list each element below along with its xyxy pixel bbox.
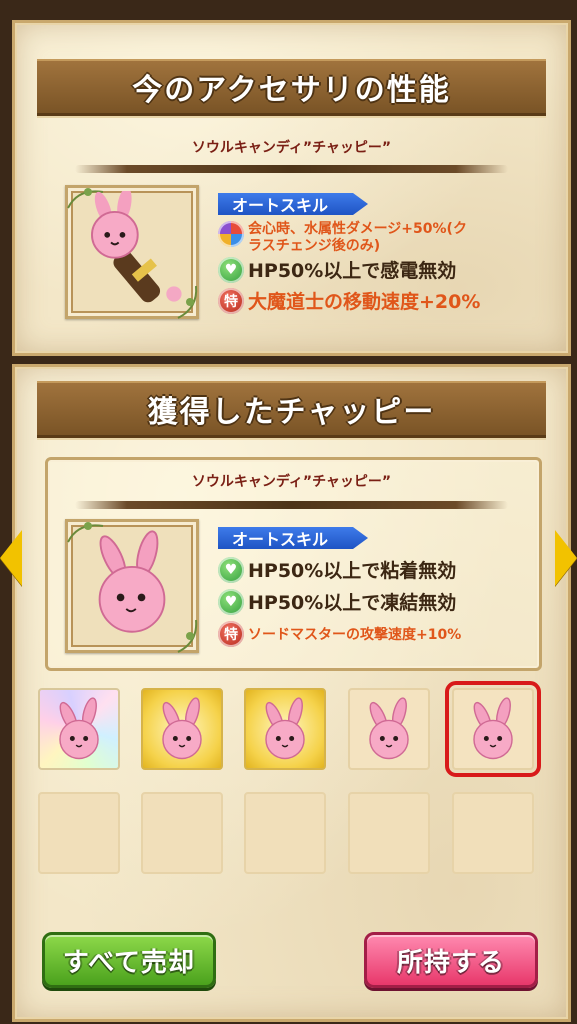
shield-heart-icon: ♥ [218, 588, 244, 615]
chappy-rabbit-icon [473, 697, 513, 760]
next-arrow-button[interactable] [555, 530, 577, 586]
obtained-item-icon-frame [65, 519, 199, 653]
skill-line-2: ♥ HP50%以上で感電無効 [218, 256, 456, 283]
skill-text: ソードマスターの攻撃速度+10% [248, 627, 462, 643]
inventory-slot-selected[interactable] [445, 681, 541, 777]
skill-line-3: 特 ソードマスターの攻撃速度+10% [218, 621, 461, 647]
skill-line-1: 会心時、水属性ダメージ+50%(クラスチェンジ後のみ) [218, 221, 478, 255]
inventory-slot-empty [348, 792, 430, 874]
current-accessory-banner: 今のアクセサリの性能 [37, 59, 546, 116]
special-icon: 特 [218, 287, 244, 314]
skill-text: 会心時、水属性ダメージ+50%(クラスチェンジ後のみ) [248, 221, 467, 254]
shield-heart-icon: ♥ [218, 256, 244, 283]
obtained-banner: 獲得したチャッピー [37, 381, 546, 438]
skill-line-2: ♥ HP50%以上で凍結無効 [218, 588, 456, 615]
special-icon: 特 [218, 621, 244, 647]
chappy-rabbit-icon [98, 530, 166, 633]
divider [75, 501, 508, 509]
previous-arrow-button[interactable] [0, 530, 22, 586]
sell-all-button[interactable]: すべて売却 [42, 932, 216, 988]
inventory-slot[interactable] [38, 688, 120, 770]
auto-skill-tag: オートスキル [218, 193, 368, 215]
inventory-slot[interactable] [244, 688, 326, 770]
auto-skill-tag: オートスキル [218, 527, 368, 549]
keep-button[interactable]: 所持する [364, 932, 538, 988]
inventory-slot[interactable] [141, 688, 223, 770]
skill-text: HP50%以上で感電無効 [248, 260, 457, 282]
chappy-rabbit-icon [162, 697, 202, 760]
inventory-slot-empty [38, 792, 120, 874]
inventory-slot-empty [452, 792, 534, 874]
multi-element-icon [218, 221, 244, 247]
skill-line-1: ♥ HP50%以上で粘着無効 [218, 556, 456, 583]
current-item-name: ソウルキャンディ”チャッピー” [191, 140, 392, 156]
inventory-slot-empty [141, 792, 223, 874]
divider [75, 165, 508, 173]
inventory-slot-empty [244, 792, 326, 874]
inventory-slot[interactable] [348, 688, 430, 770]
current-item-icon-frame [65, 185, 199, 319]
chappy-rabbit-icon [265, 697, 305, 760]
skill-text: HP50%以上で凍結無効 [248, 592, 457, 614]
chappy-rabbit-icon [369, 697, 409, 760]
skill-text: HP50%以上で粘着無効 [248, 560, 457, 582]
chappy-rabbit-icon [59, 697, 99, 760]
skill-text: 大魔道士の移動速度+20% [248, 291, 481, 313]
current-accessory-panel: 今のアクセサリの性能 ソウルキャンディ”チャッピー” オートスキル 会心時、水属… [12, 20, 571, 356]
rabbit-staff-icon [91, 191, 182, 303]
obtained-item-name: ソウルキャンディ”チャッピー” [191, 474, 392, 490]
shield-heart-icon: ♥ [218, 556, 244, 583]
skill-line-3: 特 大魔道士の移動速度+20% [218, 287, 480, 314]
